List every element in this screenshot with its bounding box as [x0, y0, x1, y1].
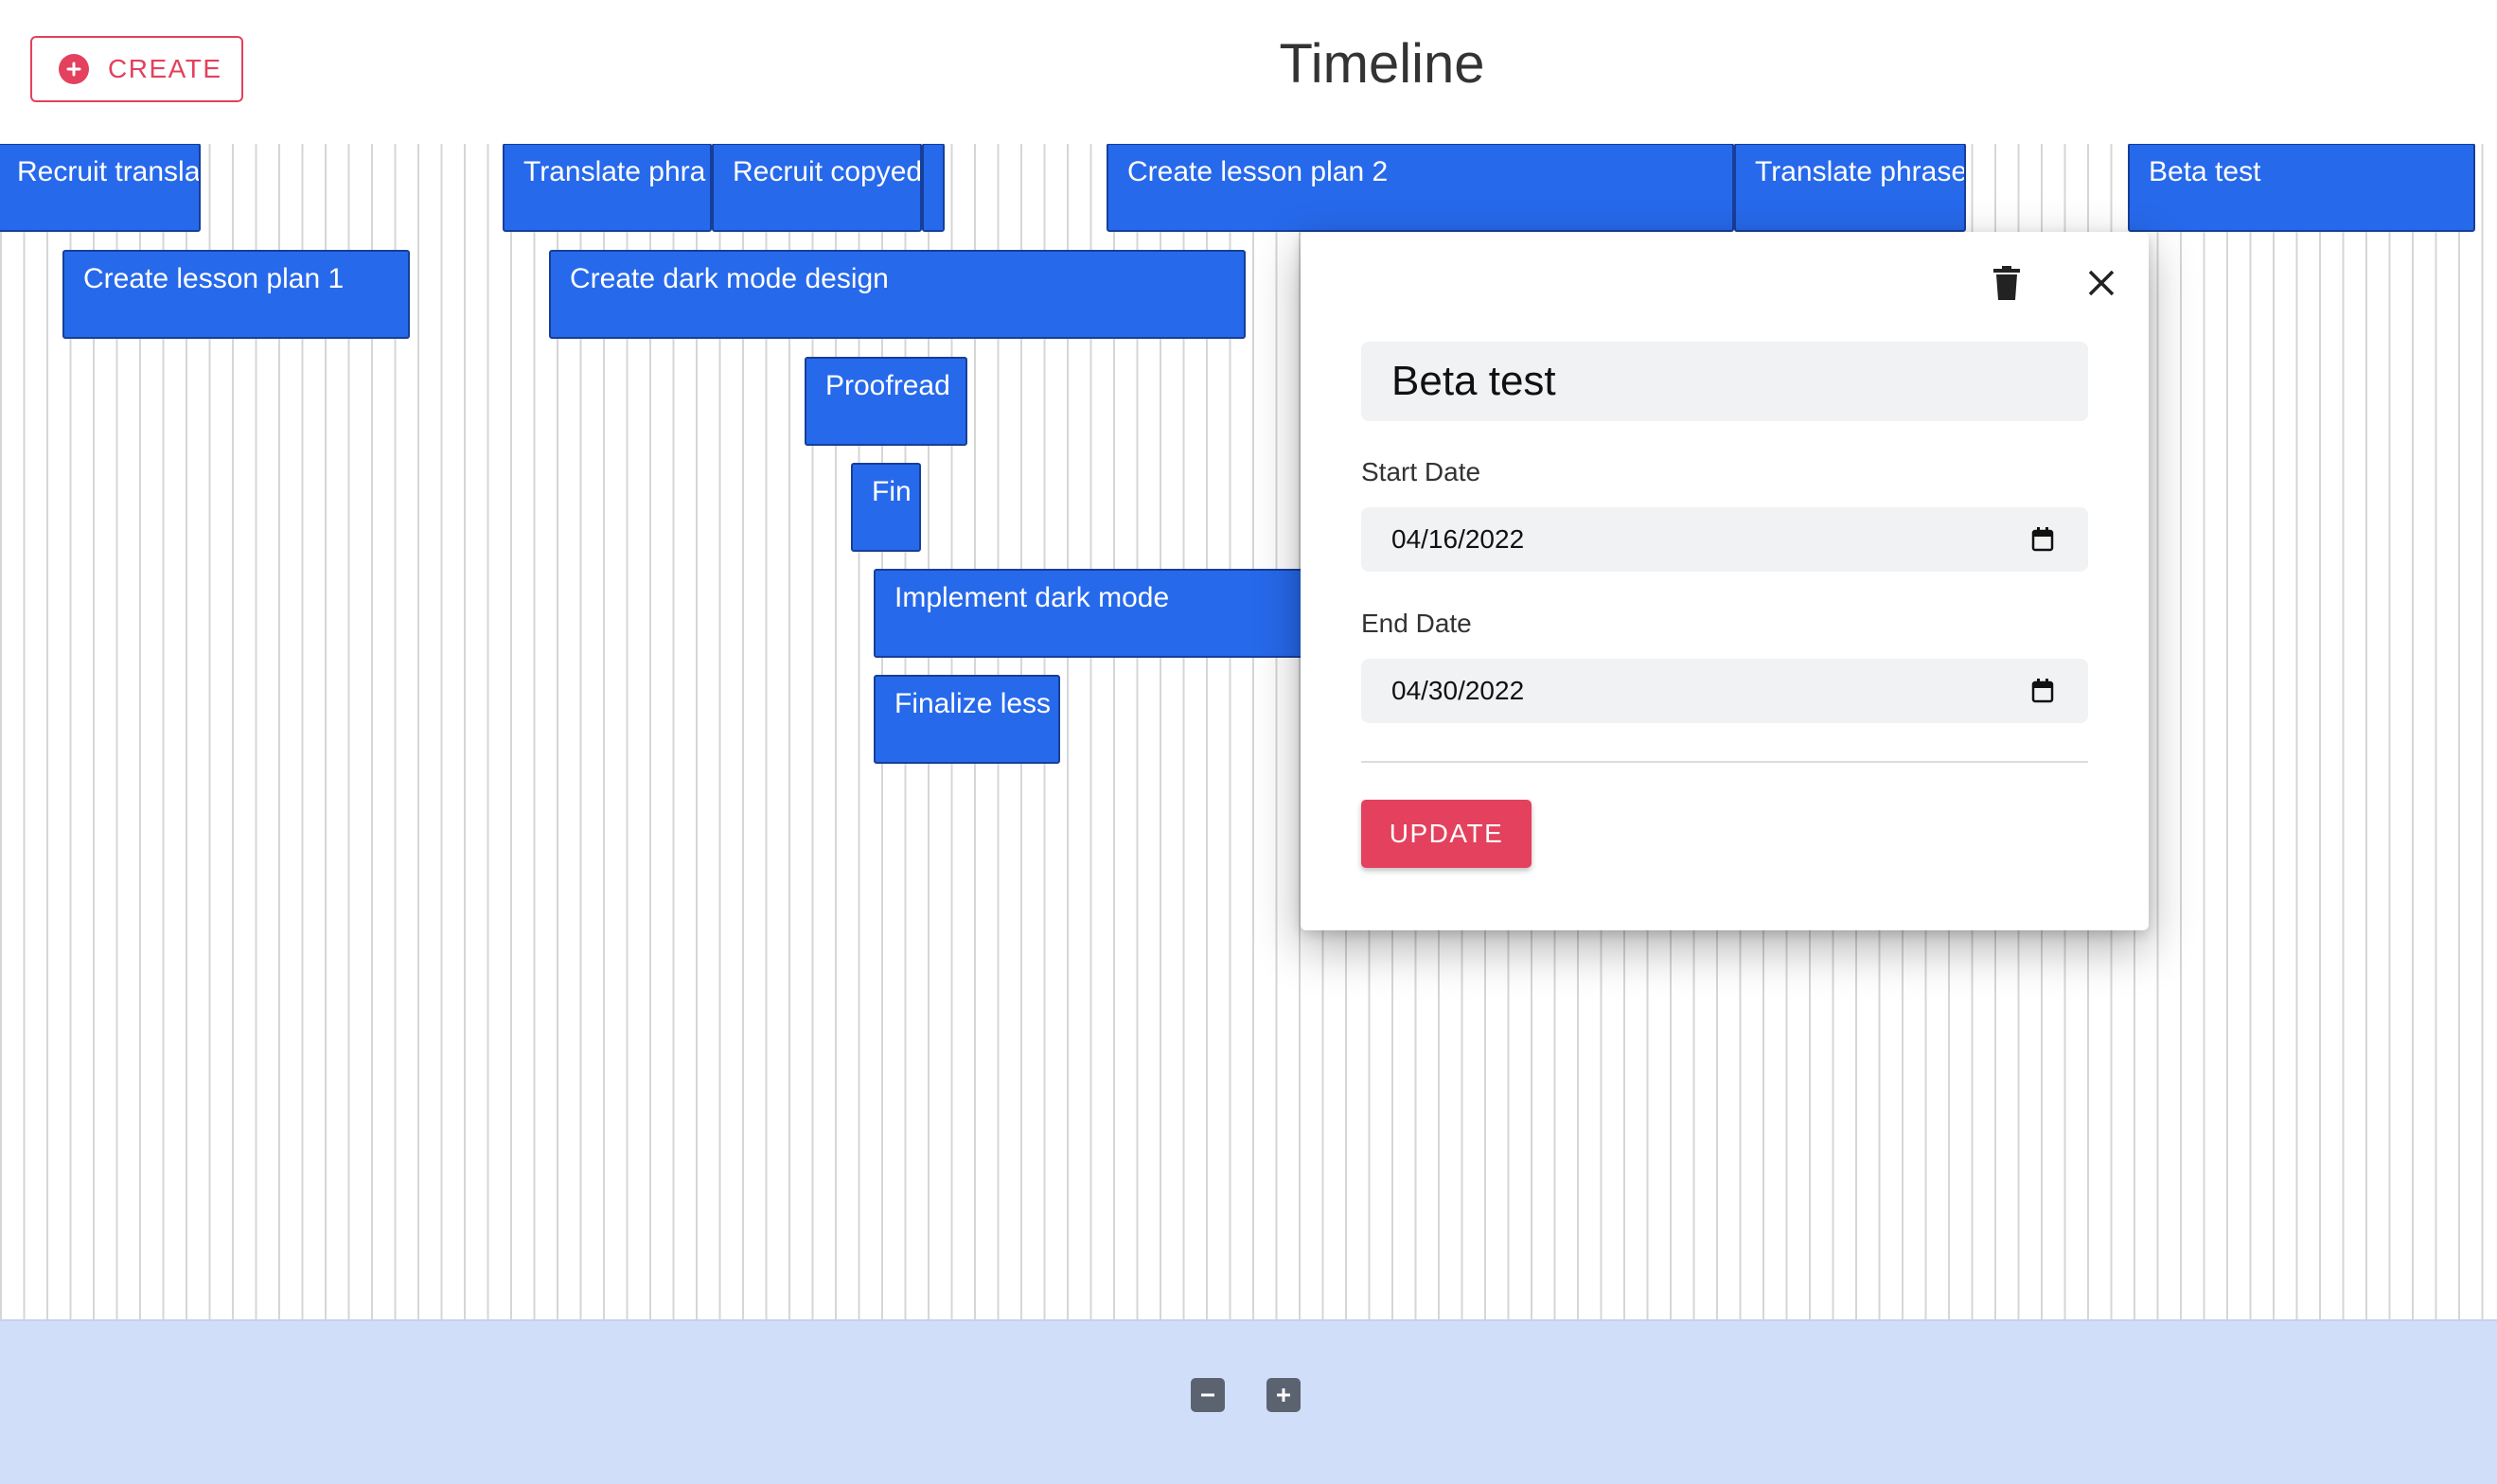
task-bar[interactable]	[922, 144, 945, 232]
task-bar-beta-test[interactable]: Beta test	[2128, 144, 2475, 232]
task-name-input[interactable]	[1361, 342, 2088, 421]
task-bar[interactable]: Recruit transla	[0, 144, 201, 232]
close-button[interactable]	[2079, 260, 2124, 306]
start-date-label: Start Date	[1361, 457, 1481, 486]
task-bar[interactable]: Translate phrase	[1734, 144, 1966, 232]
task-bar[interactable]: Recruit copyed	[712, 144, 922, 232]
task-bar[interactable]: Create lesson plan 2	[1107, 144, 1734, 232]
delete-button[interactable]	[1984, 260, 2029, 306]
task-bar[interactable]: Finalize less	[874, 675, 1060, 764]
start-date-value: 04/16/2022	[1391, 524, 1525, 554]
close-icon	[2088, 270, 2115, 296]
zoom-in-button[interactable]	[1266, 1378, 1301, 1412]
task-bar[interactable]: Implement dark mode	[874, 569, 1309, 658]
page-title: Timeline	[1279, 33, 1485, 95]
start-date-input[interactable]: 04/16/2022	[1361, 507, 2088, 572]
task-bar[interactable]: Fin	[851, 463, 921, 552]
header: CREATE Timeline	[0, 0, 2497, 144]
zoom-out-button[interactable]	[1191, 1378, 1225, 1412]
minus-icon	[1201, 1393, 1214, 1397]
divider	[1361, 761, 2088, 763]
timeline-page: CREATE Timeline Recruit transla Translat…	[0, 0, 2497, 1484]
end-date-label: End Date	[1361, 609, 1472, 638]
task-editor-popover: Start Date 04/16/2022 End Date 04/30/202…	[1301, 232, 2149, 930]
task-bar[interactable]: Create dark mode design	[549, 250, 1246, 339]
end-date-value: 04/30/2022	[1391, 676, 1525, 705]
end-date-input[interactable]: 04/30/2022	[1361, 659, 2088, 723]
zoom-toolbar	[0, 1319, 2497, 1484]
task-bar[interactable]: Translate phra	[503, 144, 712, 232]
calendar-icon[interactable]	[2031, 679, 2054, 703]
calendar-icon[interactable]	[2031, 527, 2054, 552]
plus-icon	[1277, 1388, 1290, 1402]
task-bar[interactable]: Proofread	[805, 357, 967, 446]
task-bar[interactable]: Create lesson plan 1	[62, 250, 410, 339]
update-button[interactable]: UPDATE	[1361, 800, 1532, 868]
trash-icon	[1993, 266, 2020, 300]
